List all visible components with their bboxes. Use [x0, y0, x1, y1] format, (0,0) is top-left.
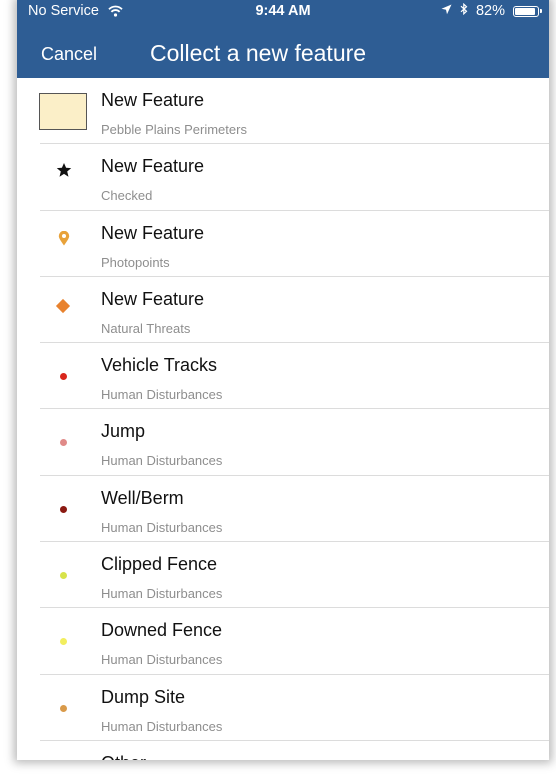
feature-name: Vehicle Tracks — [101, 355, 218, 376]
feature-template-list: New Feature Pebble Plains Perimeters New F… — [17, 78, 549, 760]
feature-list-item[interactable]: Downed Fence Human Disturbances — [17, 608, 549, 675]
feature-name: Dump Site — [101, 686, 186, 707]
feature-layer-name: Human Disturbances — [101, 586, 223, 602]
point-symbol-icon — [60, 373, 67, 381]
feature-list-item[interactable]: Dump Site Human Disturbances — [17, 674, 549, 742]
battery-icon — [513, 5, 542, 17]
feature-layer-name: Checked — [101, 188, 153, 204]
feature-name: Jump — [101, 421, 146, 442]
status-bar: No Service 9:44 AM 82% — [17, 0, 549, 24]
polygon-symbol-icon — [39, 93, 87, 130]
feature-layer-name: Human Disturbances — [101, 453, 223, 469]
point-symbol-icon — [60, 638, 67, 646]
feature-layer-name: Human Disturbances — [101, 652, 223, 668]
feature-name: Well/Berm — [101, 487, 184, 508]
feature-name: Clipped Fence — [101, 554, 218, 575]
feature-layer-name: Human Disturbances — [101, 519, 223, 535]
point-symbol-icon — [60, 704, 67, 712]
star-symbol-icon — [56, 162, 72, 178]
point-symbol-icon — [60, 505, 67, 513]
feature-layer-name: Human Disturbances — [101, 718, 223, 734]
feature-layer-name: Natural Threats — [101, 320, 191, 336]
feature-list-item[interactable]: Clipped Fence Human Disturbances — [17, 542, 549, 609]
feature-list-item[interactable]: Well/Berm Human Disturbances — [17, 475, 549, 543]
point-symbol-icon — [60, 439, 67, 447]
feature-list-item[interactable]: Other — [17, 740, 549, 760]
navigation-bar: Cancel Collect a new feature — [17, 24, 549, 78]
feature-layer-name: Pebble Plains Perimeters — [101, 122, 247, 137]
feature-list-item[interactable]: New Feature Pebble Plains Perimeters — [17, 78, 549, 145]
diamond-symbol-icon — [55, 298, 71, 313]
bluetooth-icon — [460, 2, 472, 19]
battery-level-fill — [515, 7, 535, 15]
point-symbol-icon — [60, 572, 67, 580]
feature-name: Downed Fence — [101, 620, 223, 641]
feature-list-item[interactable]: New Feature Checked — [17, 144, 549, 211]
feature-layer-name: Photopoints — [101, 254, 170, 270]
feature-name: Other — [101, 753, 146, 760]
page-title: Collect a new feature — [150, 40, 367, 66]
feature-name: New Feature — [101, 90, 205, 110]
cancel-button[interactable]: Cancel — [41, 44, 97, 65]
feature-name: New Feature — [101, 288, 205, 309]
feature-list-item[interactable]: Jump Human Disturbances — [17, 409, 549, 477]
feature-list-item[interactable]: Vehicle Tracks Human Disturbances — [17, 343, 549, 410]
location-arrow-icon — [441, 3, 456, 19]
feature-list-item[interactable]: New Feature Natural Threats — [17, 276, 549, 344]
feature-layer-name: Human Disturbances — [101, 387, 223, 403]
battery-percent: 82% — [475, 3, 505, 20]
phone-screen: No Service 9:44 AM 82% Cancel Collect a … — [17, 0, 549, 760]
feature-name: New Feature — [101, 156, 205, 177]
feature-name: New Feature — [101, 222, 205, 243]
feature-list-item[interactable]: New Feature Photopoints — [17, 210, 549, 278]
map-pin-symbol-icon — [58, 230, 70, 246]
status-right: 82% — [441, 2, 542, 20]
